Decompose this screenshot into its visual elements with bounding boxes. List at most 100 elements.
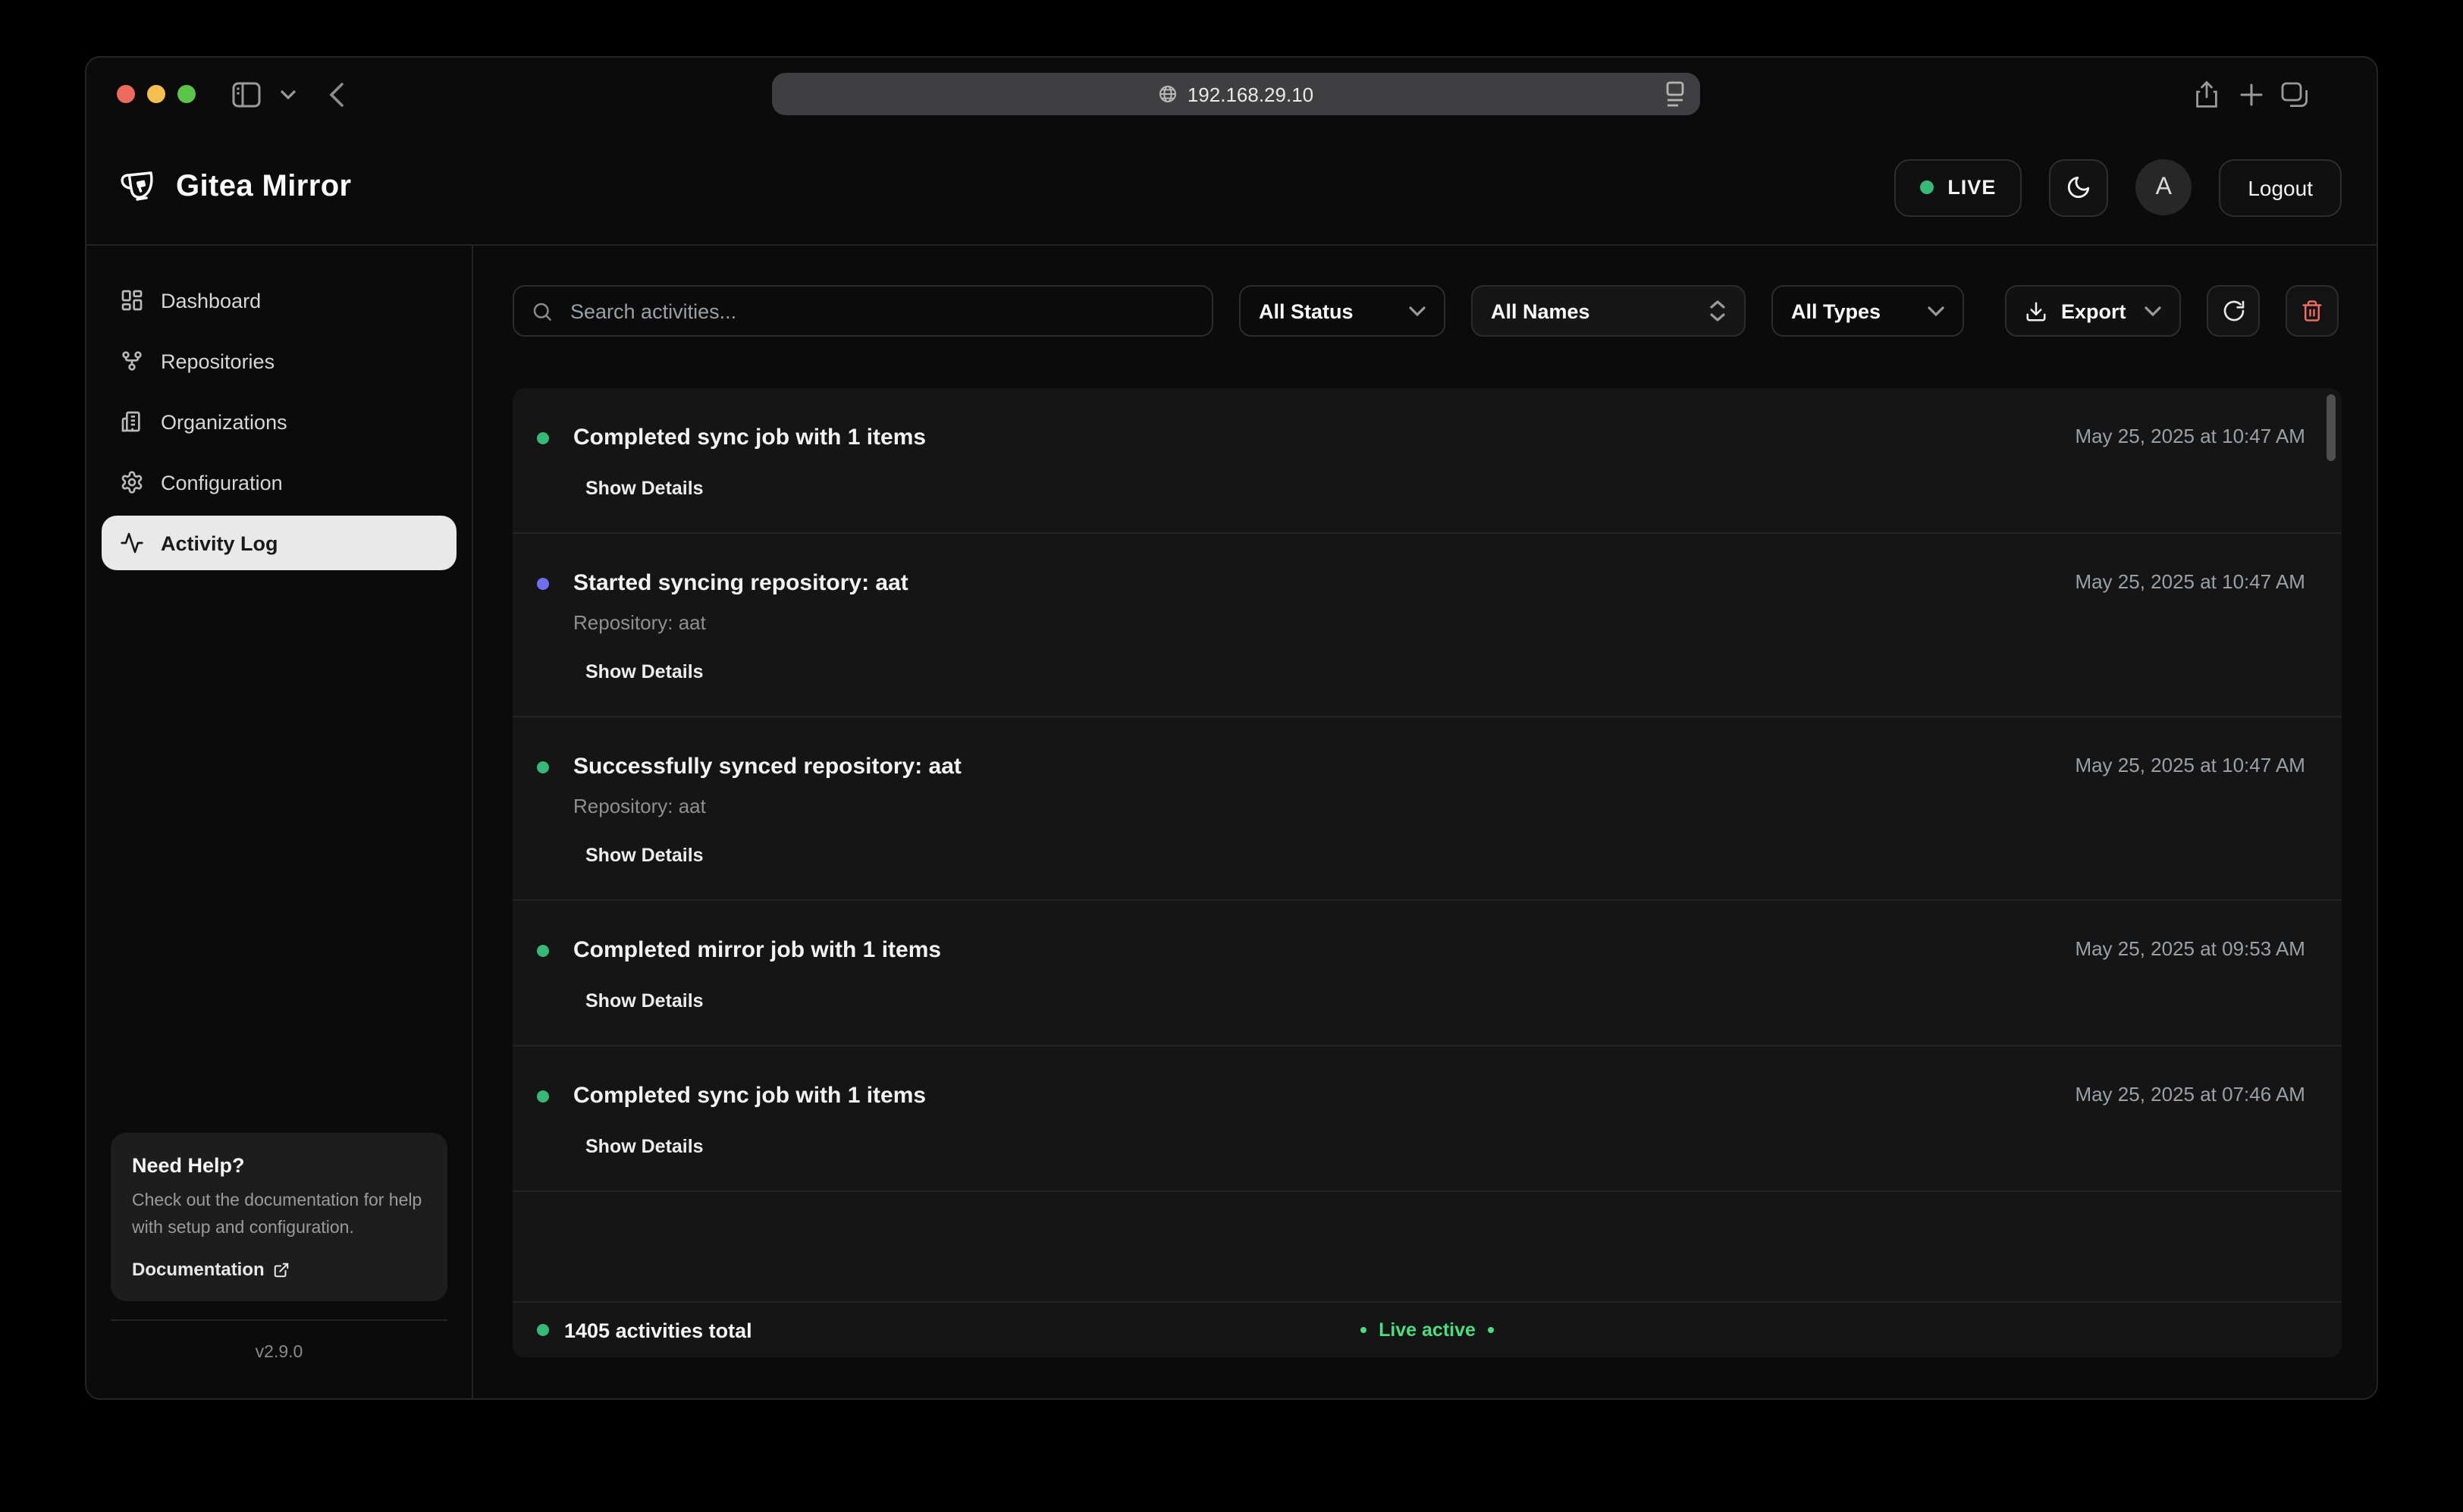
live-status-button[interactable]: LIVE — [1894, 158, 2022, 216]
sidebar-toggle-icon[interactable] — [232, 58, 261, 130]
activity-title: Started syncing repository: aat — [573, 570, 2075, 596]
show-details-button[interactable]: Show Details — [585, 1136, 704, 1157]
sidebar-item-activity-log[interactable]: Activity Log — [102, 516, 457, 570]
activity-title: Completed mirror job with 1 items — [573, 937, 2075, 963]
activity-icon — [120, 531, 144, 555]
chevron-down-icon — [1409, 306, 1426, 316]
show-details-button[interactable]: Show Details — [585, 845, 704, 866]
activity-list: Completed sync job with 1 items May 25, … — [513, 388, 2342, 1357]
status-dot — [537, 432, 549, 444]
help-body: Check out the documentation for help wit… — [132, 1190, 429, 1244]
scrollbar-thumb[interactable] — [2327, 394, 2336, 461]
activities-total-label: 1405 activities total — [564, 1319, 752, 1341]
sidebar-item-organizations[interactable]: Organizations — [102, 394, 457, 449]
close-window-button[interactable] — [117, 85, 135, 103]
logout-label: Logout — [2248, 175, 2313, 199]
sidebar-item-label: Dashboard — [161, 289, 261, 312]
type-filter-select[interactable]: All Types — [1771, 285, 1964, 337]
live-label: LIVE — [1947, 176, 1996, 199]
activity-timestamp: May 25, 2025 at 10:47 AM — [2075, 425, 2311, 447]
sidebar: Dashboard Repositories Organizations — [86, 246, 473, 1398]
status-dot — [537, 578, 549, 590]
sidebar-item-repositories[interactable]: Repositories — [102, 334, 457, 388]
browser-toolbar: 192.168.29.10 — [86, 58, 2377, 130]
activity-title: Completed sync job with 1 items — [573, 425, 2075, 450]
moon-icon — [2066, 174, 2091, 200]
activity-timestamp: May 25, 2025 at 10:47 AM — [2075, 754, 2311, 776]
sidebar-item-label: Repositories — [161, 350, 275, 372]
activity-timestamp: May 25, 2025 at 07:46 AM — [2075, 1083, 2311, 1106]
globe-icon — [1159, 85, 1177, 103]
name-filter-select[interactable]: All Names — [1471, 285, 1746, 337]
reader-view-icon[interactable] — [1664, 80, 1686, 108]
live-active-label: Live active — [1379, 1319, 1476, 1341]
window-controls — [117, 58, 196, 130]
export-label: Export — [2061, 300, 2126, 322]
activity-row: Completed sync job with 1 items May 25, … — [513, 1046, 2342, 1192]
gitea-logo-icon — [120, 168, 161, 207]
documentation-link[interactable]: Documentation — [132, 1259, 426, 1280]
activity-timestamp: May 25, 2025 at 10:47 AM — [2075, 570, 2311, 593]
tab-overview-icon[interactable] — [2281, 58, 2308, 130]
activity-row: Started syncing repository: aat May 25, … — [513, 534, 2342, 717]
search-icon — [531, 300, 554, 322]
show-details-button[interactable]: Show Details — [585, 661, 704, 682]
status-dot — [537, 945, 549, 957]
browser-window: 192.168.29.10 — [85, 56, 2378, 1400]
app-title: Gitea Mirror — [176, 170, 352, 205]
user-avatar[interactable]: A — [2135, 159, 2192, 215]
refresh-button[interactable] — [2207, 285, 2260, 337]
activity-title: Successfully synced repository: aat — [573, 754, 2075, 780]
building-icon — [120, 409, 144, 434]
screen: 192.168.29.10 — [0, 0, 2463, 1512]
status-filter-select[interactable]: All Status — [1239, 285, 1445, 337]
sidebar-item-label: Activity Log — [161, 532, 278, 554]
live-mini-dot — [1360, 1327, 1366, 1333]
activity-toolbar: All Status All Names All Types — [513, 285, 2342, 337]
main-content: All Status All Names All Types — [473, 246, 2377, 1398]
share-icon[interactable] — [2195, 58, 2219, 130]
chevron-down-icon — [2145, 306, 2161, 316]
gear-icon — [120, 470, 144, 494]
status-dot — [537, 1090, 549, 1103]
show-details-button[interactable]: Show Details — [585, 478, 704, 499]
toolbar-chevron-down-icon[interactable] — [281, 58, 296, 130]
zoom-window-button[interactable] — [177, 85, 196, 103]
logout-button[interactable]: Logout — [2219, 158, 2342, 216]
documentation-link-label: Documentation — [132, 1259, 265, 1280]
delete-button[interactable] — [2286, 285, 2339, 337]
brand: Gitea Mirror — [120, 168, 352, 207]
live-mini-dot — [1488, 1327, 1494, 1333]
activity-subtitle: Repository: aat — [573, 795, 2311, 817]
refresh-icon — [2221, 299, 2245, 323]
address-bar[interactable]: 192.168.29.10 — [772, 73, 1700, 115]
search-input[interactable] — [567, 298, 1195, 324]
version-label: v2.9.0 — [102, 1321, 457, 1398]
minimize-window-button[interactable] — [147, 85, 165, 103]
chevron-down-icon — [1928, 306, 1944, 316]
new-tab-icon[interactable] — [2240, 58, 2263, 130]
activity-row: Successfully synced repository: aat May … — [513, 717, 2342, 901]
avatar-initial: A — [2156, 174, 2172, 201]
status-dot — [537, 761, 549, 773]
activity-subtitle: Repository: aat — [573, 611, 2311, 634]
type-filter-value: All Types — [1791, 300, 1881, 322]
activity-timestamp: May 25, 2025 at 09:53 AM — [2075, 937, 2311, 960]
search-box — [513, 285, 1213, 337]
help-card: Need Help? Check out the documentation f… — [111, 1134, 447, 1301]
live-dot — [1920, 180, 1934, 194]
dashboard-icon — [120, 288, 144, 312]
total-dot — [537, 1324, 549, 1336]
activity-row: Completed sync job with 1 items May 25, … — [513, 388, 2342, 534]
name-filter-value: All Names — [1491, 300, 1590, 322]
help-title: Need Help? — [132, 1155, 426, 1178]
sidebar-item-dashboard[interactable]: Dashboard — [102, 273, 457, 328]
sidebar-item-configuration[interactable]: Configuration — [102, 455, 457, 510]
activity-row: Completed mirror job with 1 items May 25… — [513, 901, 2342, 1046]
theme-toggle-button[interactable] — [2049, 158, 2108, 216]
git-fork-icon — [120, 349, 144, 373]
show-details-button[interactable]: Show Details — [585, 990, 704, 1012]
back-button-icon[interactable] — [329, 58, 344, 130]
export-button[interactable]: Export — [2005, 285, 2181, 337]
sidebar-item-label: Organizations — [161, 410, 287, 433]
